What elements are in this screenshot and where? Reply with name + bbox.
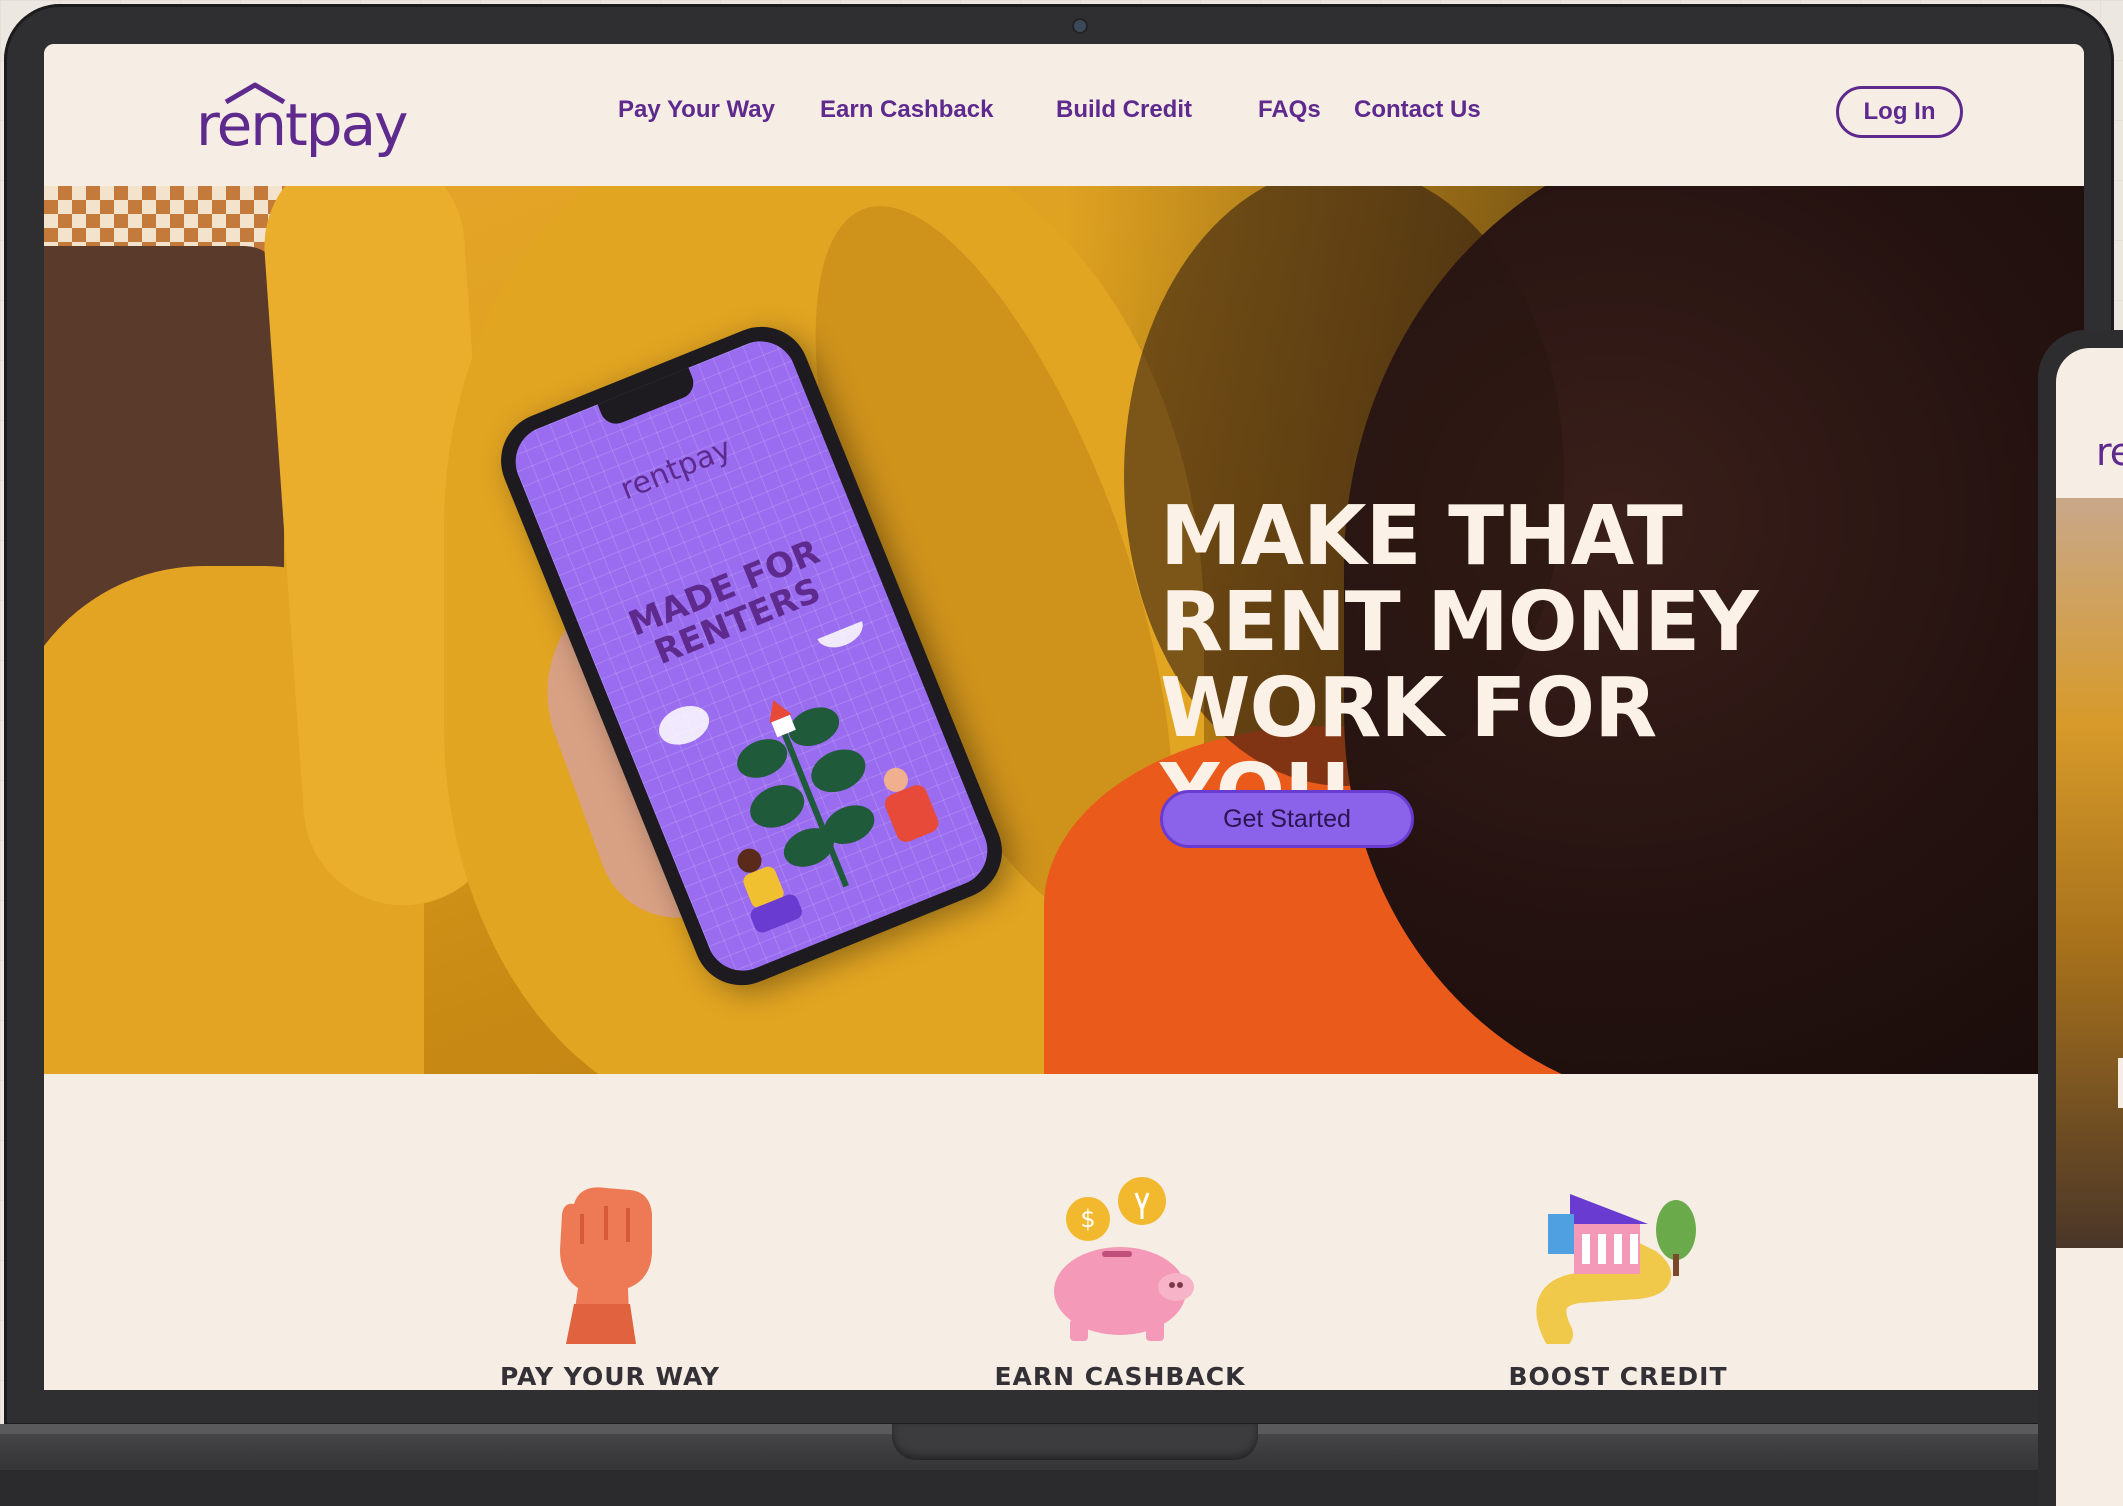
nav-contact-us[interactable]: Contact Us bbox=[1354, 96, 1481, 124]
camera-icon bbox=[1074, 20, 1086, 32]
login-button[interactable]: Log In bbox=[1836, 86, 1963, 138]
side-phone-screen: 9 ren bbox=[2056, 348, 2123, 1506]
svg-text:$: $ bbox=[1080, 1205, 1095, 1233]
nav-build-credit[interactable]: Build Credit bbox=[1056, 96, 1192, 124]
laptop-frame: rentpay Pay Your Way Earn Cashback Build… bbox=[4, 4, 2114, 1426]
raised-fist-icon bbox=[560, 1187, 652, 1344]
feature-earn-cashback[interactable]: $ EARN CASHBACK bbox=[940, 1074, 1300, 1390]
feature-pay-your-way[interactable]: PAY YOUR WAY bbox=[430, 1074, 790, 1390]
rentpay-logo[interactable]: rentpay bbox=[196, 74, 408, 159]
side-phone-mockup: 9 ren bbox=[2038, 330, 2123, 1506]
house-path-icon bbox=[1536, 1194, 1696, 1344]
logo-text: rentpay bbox=[196, 91, 408, 159]
plant-illustration-icon bbox=[659, 615, 939, 933]
side-phone-hero bbox=[2056, 498, 2123, 1248]
side-phone-logo: ren bbox=[2096, 430, 2123, 474]
piggy-bank-icon: $ bbox=[1054, 1177, 1194, 1341]
hero-headline-line: RENT MONEY bbox=[1160, 575, 1759, 670]
features-section: PAY YOUR WAY $ EARN CASHBACK BOOST CREDI… bbox=[44, 1074, 2084, 1390]
get-started-button[interactable]: Get Started bbox=[1160, 790, 1414, 848]
top-navigation: rentpay Pay Your Way Earn Cashback Build… bbox=[44, 44, 2084, 186]
laptop-base-edge bbox=[0, 1470, 2123, 1506]
laptop-trackpad-notch bbox=[892, 1424, 1258, 1460]
nav-pay-your-way[interactable]: Pay Your Way bbox=[618, 96, 775, 124]
nav-earn-cashback[interactable]: Earn Cashback bbox=[820, 96, 993, 124]
feature-label: PAY YOUR WAY bbox=[499, 1362, 721, 1390]
phone-logo: rentpay bbox=[615, 431, 737, 508]
feature-label: BOOST CREDIT bbox=[1508, 1362, 1728, 1390]
side-phone-button-fragment bbox=[2118, 1058, 2123, 1108]
house-roof-icon bbox=[224, 82, 286, 104]
hero-section: rentpay MADE FOR RENTERS MAKE THAT RENT … bbox=[44, 186, 2084, 1074]
laptop-screen: rentpay Pay Your Way Earn Cashback Build… bbox=[44, 44, 2084, 1390]
feature-label: EARN CASHBACK bbox=[994, 1362, 1246, 1390]
nav-faqs[interactable]: FAQs bbox=[1258, 96, 1321, 124]
hero-headline: MAKE THAT RENT MONEY WORK FOR YOU bbox=[1160, 494, 1800, 838]
feature-boost-credit[interactable]: BOOST CREDIT bbox=[1438, 1074, 1798, 1390]
hero-headline-line: MAKE THAT bbox=[1160, 489, 1683, 584]
